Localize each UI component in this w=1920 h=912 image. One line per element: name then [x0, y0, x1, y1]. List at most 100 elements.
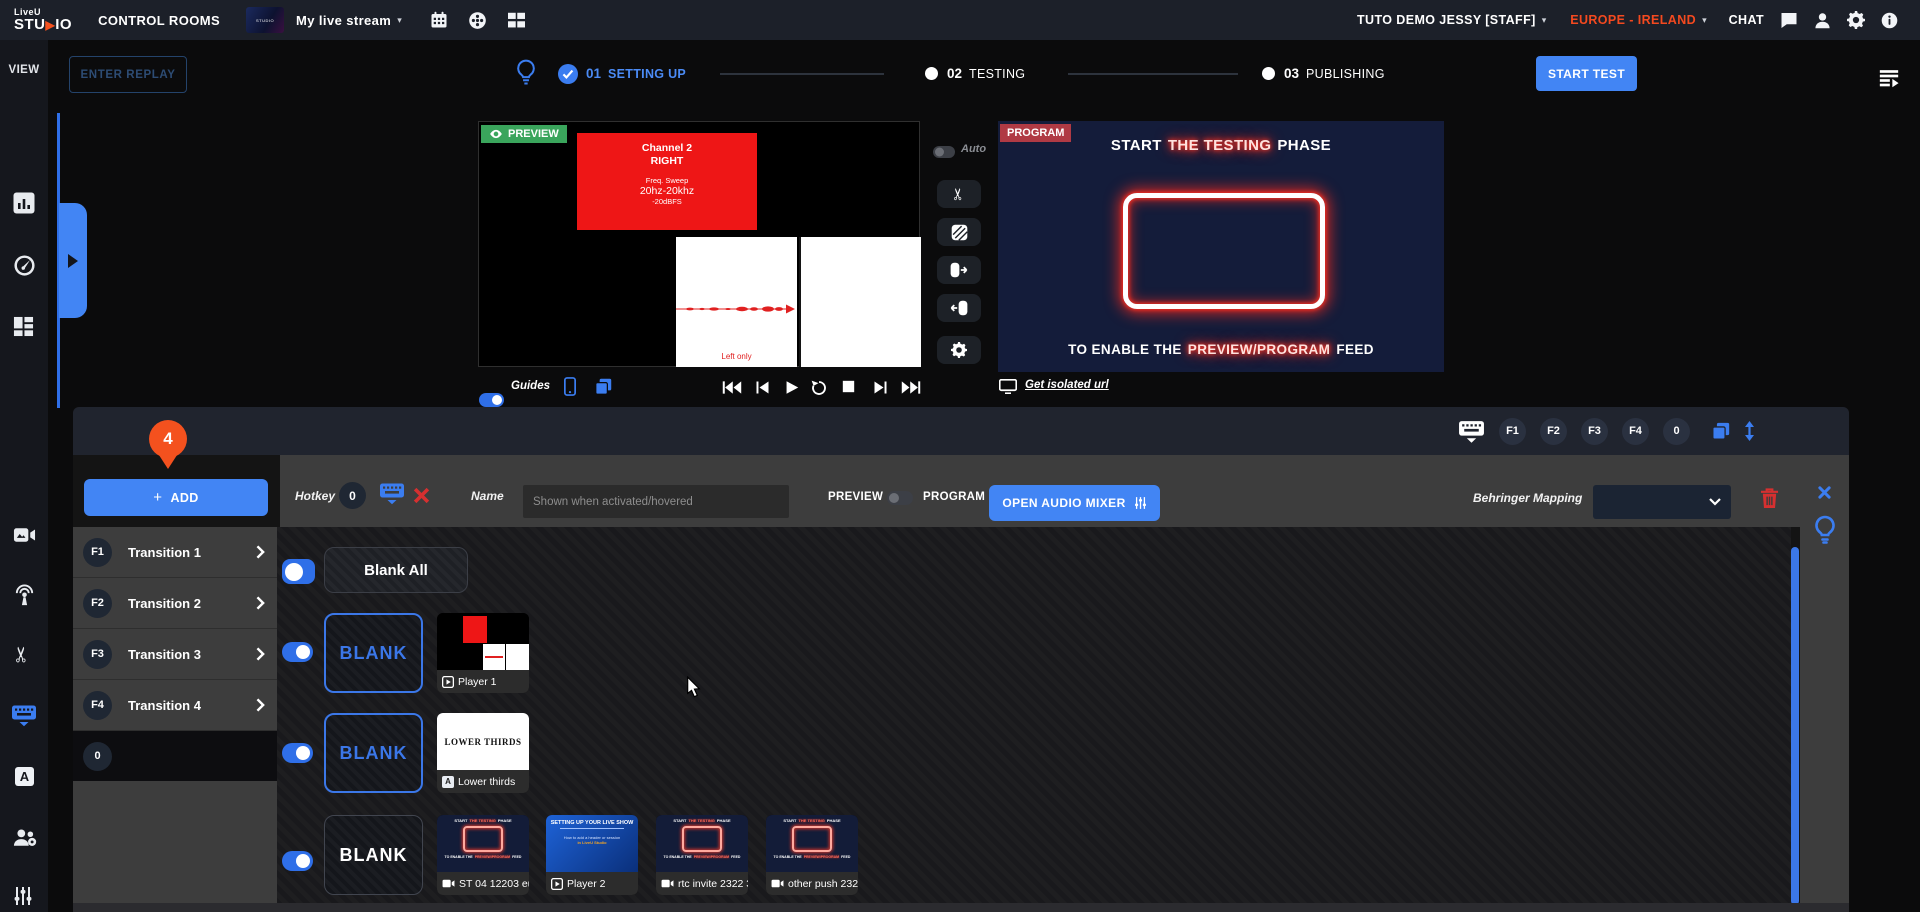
- graphic-a-icon: A: [442, 776, 454, 788]
- content-scrollbar[interactable]: [1791, 547, 1799, 905]
- source-other-push[interactable]: STARTTHE TESTINGPHASE TO ENABLE THEPREVI…: [766, 815, 858, 895]
- behringer-mapping-select[interactable]: [1593, 485, 1731, 519]
- info-icon[interactable]: [1881, 12, 1898, 29]
- hotkey-list: F1 Transition 1 F2 Transition 2 F3 Trans…: [73, 527, 277, 912]
- chevron-right-icon: [256, 596, 265, 610]
- fkey-badge: F3: [83, 640, 112, 669]
- region-selector[interactable]: EUROPE - IRELAND ▾: [1570, 13, 1706, 27]
- row1-toggle[interactable]: [282, 642, 313, 662]
- behringer-mapping-label: Behringer Mapping: [1473, 491, 1582, 505]
- fkey-f2[interactable]: F2: [1540, 418, 1567, 445]
- enter-replay-button[interactable]: ENTER REPLAY: [69, 56, 187, 93]
- panel-bottom-strip: [73, 903, 1849, 912]
- duplicate-icon[interactable]: [1712, 422, 1730, 440]
- delete-hotkey-icon[interactable]: [1760, 488, 1779, 509]
- skip-start-icon[interactable]: [722, 380, 742, 395]
- user-icon[interactable]: [1814, 12, 1831, 29]
- guests-icon[interactable]: [13, 828, 37, 847]
- mobile-view-icon[interactable]: [564, 377, 576, 396]
- name-input[interactable]: [523, 485, 789, 518]
- step-forward-icon[interactable]: [873, 380, 888, 395]
- blank-all-toggle[interactable]: [282, 559, 315, 584]
- resize-vertical-icon[interactable]: [1744, 421, 1755, 441]
- step-back-icon[interactable]: [755, 380, 770, 395]
- blank-all-button[interactable]: Blank All: [324, 547, 468, 593]
- cut-transition-button[interactable]: ✂: [937, 180, 981, 208]
- get-isolated-url-link[interactable]: Get isolated url: [1025, 379, 1109, 391]
- push-in-transition-button[interactable]: [937, 256, 981, 284]
- expand-panel-tab[interactable]: [59, 203, 87, 318]
- add-button[interactable]: + ADD: [84, 479, 268, 516]
- start-test-button[interactable]: START TEST: [1536, 56, 1637, 91]
- gear-icon[interactable]: [1847, 11, 1865, 29]
- chevron-down-icon: [1709, 498, 1721, 506]
- source-player2[interactable]: SETTING UP YOUR LIVE SHOW How to add a h…: [546, 815, 638, 895]
- guides-toggle[interactable]: [479, 393, 504, 407]
- list-item-zero[interactable]: 0: [73, 731, 277, 781]
- control-rooms-link[interactable]: CONTROL ROOMS: [98, 13, 220, 28]
- clear-hotkey-icon[interactable]: [413, 487, 430, 504]
- mixer-sliders-icon[interactable]: [13, 886, 33, 906]
- close-panel-icon[interactable]: [1818, 486, 1831, 499]
- user-menu[interactable]: TUTO DEMO JESSY [STAFF] ▾: [1357, 13, 1546, 27]
- speedometer-icon[interactable]: [13, 254, 36, 277]
- fade-transition-button[interactable]: [937, 218, 981, 246]
- row2-toggle[interactable]: [282, 743, 313, 763]
- broadcast-icon[interactable]: [13, 584, 36, 606]
- list-item-transition-3[interactable]: F3 Transition 3: [73, 629, 277, 680]
- hotkeys-keyboard-icon[interactable]: [11, 704, 37, 727]
- row3-blank-card[interactable]: BLANK: [324, 815, 423, 895]
- stats-icon[interactable]: [13, 192, 35, 214]
- row3-toggle[interactable]: [282, 851, 313, 871]
- hotkey-value-badge[interactable]: 0: [339, 482, 366, 509]
- source-player1[interactable]: Player 1: [437, 613, 529, 693]
- fkeys-bar: F1 F2 F3 F4 0: [73, 407, 1849, 455]
- layout-grid-icon[interactable]: [507, 12, 526, 29]
- scissors-icon[interactable]: ✂: [9, 646, 34, 664]
- open-audio-mixer-button[interactable]: OPEN AUDIO MIXER: [989, 485, 1160, 521]
- source-rtc-invite[interactable]: STARTTHE TESTINGPHASE TO ENABLE THEPREVI…: [656, 815, 748, 895]
- push-out-transition-button[interactable]: [937, 294, 981, 322]
- player1-thumbnail: [437, 613, 529, 670]
- row2-blank-card[interactable]: BLANK: [324, 713, 423, 793]
- hint-lightbulb-icon[interactable]: [1813, 515, 1837, 545]
- preview-program-toggle[interactable]: [887, 491, 913, 505]
- fkey-f4[interactable]: F4: [1622, 418, 1649, 445]
- scissors-icon: ✂: [949, 187, 969, 200]
- fkey-f1[interactable]: F1: [1499, 418, 1526, 445]
- graphics-icon[interactable]: A: [15, 767, 34, 786]
- fkey-0[interactable]: 0: [1663, 418, 1690, 445]
- player-icon: [551, 878, 563, 890]
- keyboard-icon[interactable]: [1458, 420, 1485, 443]
- media-camera-icon[interactable]: [13, 527, 36, 543]
- testing-phase-thumbnail: STARTTHE TESTINGPHASE TO ENABLE THEPREVI…: [437, 815, 529, 872]
- list-item-transition-1[interactable]: F1 Transition 1: [73, 527, 277, 578]
- chat-link[interactable]: CHAT: [1729, 13, 1764, 27]
- calendar-icon[interactable]: [430, 11, 448, 29]
- play-icon[interactable]: [785, 380, 799, 395]
- multiview-copy-icon[interactable]: [595, 378, 612, 395]
- list-item-transition-2[interactable]: F2 Transition 2: [73, 578, 277, 629]
- auto-transition-toggle[interactable]: [933, 146, 955, 158]
- stop-icon[interactable]: [842, 380, 855, 393]
- assign-keyboard-icon[interactable]: [379, 482, 405, 505]
- reel-icon[interactable]: [468, 11, 487, 30]
- step3-dot: [1262, 67, 1275, 80]
- stream-name: My live stream: [296, 13, 391, 28]
- stream-thumbnail[interactable]: STUDIO: [246, 7, 284, 33]
- chat-bubble-icon[interactable]: [1780, 12, 1798, 29]
- source-st04[interactable]: STARTTHE TESTINGPHASE TO ENABLE THEPREVI…: [437, 815, 529, 895]
- list-item-transition-4[interactable]: F4 Transition 4: [73, 680, 277, 731]
- production-queue-icon[interactable]: [1879, 69, 1899, 88]
- waveform-panel: Left only: [676, 237, 797, 367]
- fkey-f3[interactable]: F3: [1581, 418, 1608, 445]
- loop-icon[interactable]: [811, 380, 827, 396]
- row1-blank-card[interactable]: BLANK: [324, 613, 423, 693]
- lightbulb-icon[interactable]: [515, 58, 537, 87]
- transition-settings-button[interactable]: [937, 336, 981, 364]
- player-icon: [442, 676, 454, 688]
- source-lower-thirds[interactable]: LOWER THIRDS A Lower thirds: [437, 713, 529, 793]
- skip-end-icon[interactable]: [901, 380, 921, 395]
- dashboard-icon[interactable]: [13, 316, 34, 337]
- stream-selector[interactable]: My live stream ▾: [296, 13, 402, 28]
